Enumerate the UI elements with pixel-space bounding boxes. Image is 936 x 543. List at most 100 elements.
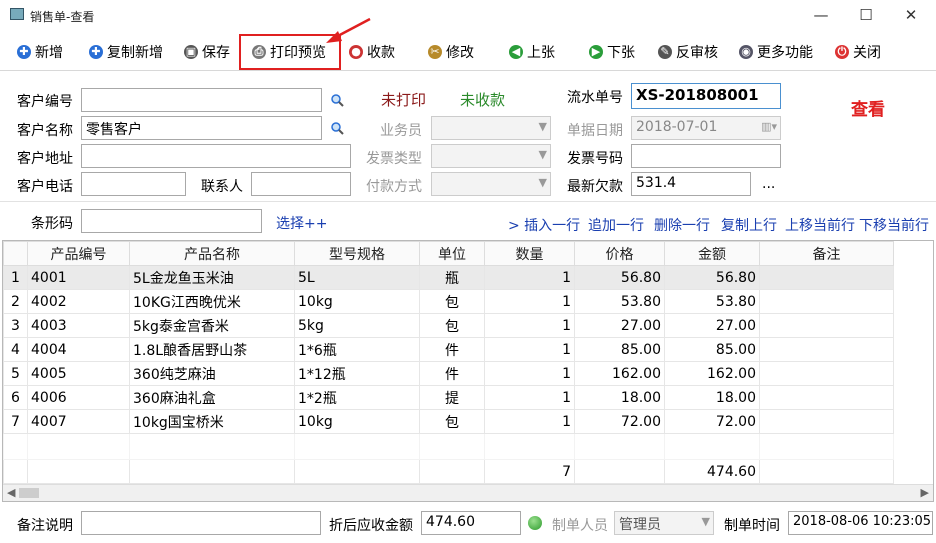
- table-cell[interactable]: 1: [3, 265, 28, 290]
- barcode-input[interactable]: [81, 209, 262, 233]
- table-cell[interactable]: [759, 265, 894, 290]
- row-action-1[interactable]: 追加一行: [588, 215, 644, 235]
- table-cell[interactable]: 10kg: [294, 409, 420, 434]
- table-cell[interactable]: 1: [484, 337, 575, 362]
- scroll-left-icon[interactable]: ◀: [7, 486, 15, 499]
- table-cell[interactable]: 4001: [27, 265, 130, 290]
- table-row[interactable]: 4 4004 1.8L酿香居野山茶 1*6瓶件 1 85.00 85.00: [3, 337, 894, 362]
- table-cell[interactable]: [759, 409, 894, 434]
- search-icon[interactable]: [330, 121, 344, 135]
- table-cell[interactable]: 1: [484, 385, 575, 410]
- debt-input[interactable]: 531.4: [631, 172, 751, 196]
- table-cell[interactable]: 72.00: [664, 409, 760, 434]
- table-cell[interactable]: 5L金龙鱼玉米油: [129, 265, 295, 290]
- select-more-link[interactable]: 选择++: [276, 213, 327, 233]
- table-cell[interactable]: 3: [3, 313, 28, 338]
- column-header[interactable]: 产品编号: [27, 241, 130, 266]
- table-cell[interactable]: 1*2瓶: [294, 385, 420, 410]
- remark-input[interactable]: [81, 511, 321, 535]
- table-cell[interactable]: 18.00: [664, 385, 760, 410]
- table-cell[interactable]: 包: [419, 313, 485, 338]
- customer-no-input[interactable]: [81, 88, 322, 112]
- table-row[interactable]: 7 4007 10kg国宝桥米 10kg 包 1 72.00 72.00: [3, 409, 894, 434]
- column-header[interactable]: 产品名称: [129, 241, 295, 266]
- table-cell[interactable]: 4006: [27, 385, 130, 410]
- salesman-select[interactable]: ▼: [431, 116, 551, 140]
- table-row[interactable]: 1 4001 5L金龙鱼玉米油 5L 瓶 1 56.80 56.80: [3, 265, 894, 290]
- receivable-input[interactable]: 474.60: [421, 511, 521, 535]
- table-cell[interactable]: 5kg泰金宫香米: [129, 313, 295, 338]
- invoice-type-select[interactable]: ▼: [431, 144, 551, 168]
- table-cell[interactable]: 5: [3, 361, 28, 386]
- table-cell[interactable]: 162.00: [664, 361, 760, 386]
- column-header[interactable]: 单位: [419, 241, 485, 266]
- column-header[interactable]: 备注: [759, 241, 894, 266]
- table-cell[interactable]: 4: [3, 337, 28, 362]
- customer-addr-input[interactable]: [81, 144, 351, 168]
- table-row[interactable]: 5 4005 360纯芝麻油 1*12瓶件 1 162.00 162.00: [3, 361, 894, 386]
- row-action-3[interactable]: 复制上行: [721, 215, 777, 235]
- table-cell[interactable]: 1: [484, 265, 575, 290]
- toolbar-button-0[interactable]: ✚ 新增: [17, 40, 63, 64]
- toolbar-button-6[interactable]: ◀ 上张: [509, 40, 555, 64]
- column-header[interactable]: [3, 241, 28, 266]
- table-cell[interactable]: 56.80: [664, 265, 760, 290]
- table-row[interactable]: 3 4003 5kg泰金宫香米 5kg 包 1 27.00 27.00: [3, 313, 894, 338]
- table-cell[interactable]: 27.00: [574, 313, 665, 338]
- table-cell[interactable]: 5L: [294, 265, 420, 290]
- customer-name-input[interactable]: 零售客户: [81, 116, 322, 140]
- toolbar-button-2[interactable]: ▣ 保存: [184, 40, 230, 64]
- row-action-0[interactable]: > 插入一行: [508, 215, 580, 235]
- table-cell[interactable]: 5kg: [294, 313, 420, 338]
- serial-input[interactable]: XS-201808001: [631, 83, 781, 109]
- table-cell[interactable]: 7: [3, 409, 28, 434]
- table-row[interactable]: 6 4006 360麻油礼盒 1*2瓶提 1 18.00 18.00: [3, 385, 894, 410]
- invoice-no-input[interactable]: [631, 144, 781, 168]
- time-input[interactable]: 2018-08-06 10:23:05: [788, 511, 933, 535]
- customer-phone-input[interactable]: [81, 172, 186, 196]
- maker-select[interactable]: 管理员 ▼: [614, 511, 714, 535]
- table-cell[interactable]: 10kg国宝桥米: [129, 409, 295, 434]
- table-cell[interactable]: 162.00: [574, 361, 665, 386]
- table-cell[interactable]: 10KG江西晚优米: [129, 289, 295, 314]
- table-cell[interactable]: 1: [484, 361, 575, 386]
- table-cell[interactable]: 件: [419, 337, 485, 362]
- table-cell[interactable]: 件: [419, 361, 485, 386]
- scroll-thumb[interactable]: [19, 488, 39, 498]
- column-header[interactable]: 型号规格: [294, 241, 420, 266]
- payment-select[interactable]: ▼: [431, 172, 551, 196]
- toolbar-button-5[interactable]: ✂ 修改: [428, 40, 474, 64]
- table-cell[interactable]: 4004: [27, 337, 130, 362]
- close-window-button[interactable]: ✕: [896, 4, 926, 26]
- toolbar-button-10[interactable]: ⏻ 关闭: [835, 40, 881, 64]
- toolbar-button-8[interactable]: ✎ 反审核: [658, 40, 718, 64]
- search-icon[interactable]: [330, 93, 344, 107]
- table-cell[interactable]: [759, 385, 894, 410]
- table-cell[interactable]: 360麻油礼盒: [129, 385, 295, 410]
- table-cell[interactable]: [759, 361, 894, 386]
- column-header[interactable]: 价格: [574, 241, 665, 266]
- column-header[interactable]: 金额: [664, 241, 760, 266]
- table-cell[interactable]: 53.80: [664, 289, 760, 314]
- table-cell[interactable]: 85.00: [574, 337, 665, 362]
- table-cell[interactable]: 1: [484, 313, 575, 338]
- minimize-button[interactable]: —: [806, 4, 836, 26]
- table-cell[interactable]: 包: [419, 289, 485, 314]
- table-cell[interactable]: 1*6瓶: [294, 337, 420, 362]
- table-cell[interactable]: 27.00: [664, 313, 760, 338]
- table-cell[interactable]: 18.00: [574, 385, 665, 410]
- maximize-button[interactable]: ☐: [851, 4, 881, 26]
- table-cell[interactable]: 4002: [27, 289, 130, 314]
- table-cell[interactable]: [759, 289, 894, 314]
- table-cell[interactable]: 4007: [27, 409, 130, 434]
- table-cell[interactable]: 1.8L酿香居野山茶: [129, 337, 295, 362]
- table-cell[interactable]: 1: [484, 289, 575, 314]
- table-cell[interactable]: 包: [419, 409, 485, 434]
- table-cell[interactable]: 提: [419, 385, 485, 410]
- table-cell[interactable]: 56.80: [574, 265, 665, 290]
- row-action-2[interactable]: 删除一行: [654, 215, 710, 235]
- table-cell[interactable]: 6: [3, 385, 28, 410]
- table-cell[interactable]: 1: [484, 409, 575, 434]
- date-input[interactable]: 2018-07-01 ▥▾: [631, 116, 781, 140]
- column-header[interactable]: 数量: [484, 241, 575, 266]
